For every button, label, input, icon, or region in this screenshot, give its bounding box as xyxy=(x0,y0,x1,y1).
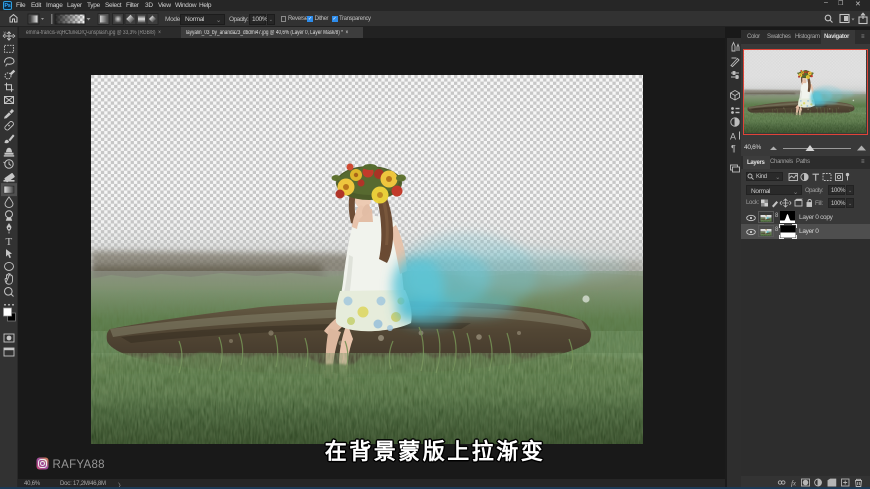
svg-text:A: A xyxy=(730,132,736,142)
svg-text:T: T xyxy=(6,236,13,248)
svg-text:¶: ¶ xyxy=(731,144,736,154)
svg-text:fx: fx xyxy=(791,479,797,488)
